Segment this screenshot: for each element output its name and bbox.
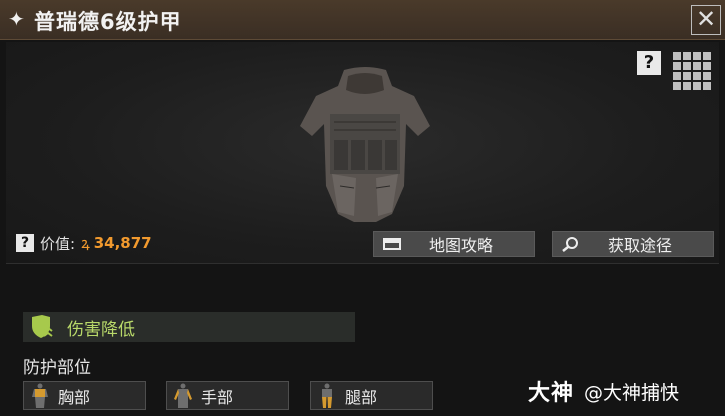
- get-source-label: 获取途径: [607, 236, 672, 255]
- value-label: 价值:: [40, 234, 76, 253]
- map-guide-button[interactable]: 地图攻略: [373, 231, 535, 257]
- damage-reduction-label: 伤害降低: [67, 319, 135, 340]
- body-part-arms: 手部: [166, 381, 289, 410]
- close-button[interactable]: ✕: [691, 5, 721, 35]
- value-row: ? 价值: ꝝ 34,877: [16, 233, 152, 253]
- legs-body-icon: [322, 383, 332, 408]
- value-help-icon[interactable]: ?: [16, 234, 34, 252]
- currency-icon: ꝝ: [81, 234, 90, 252]
- search-icon: [562, 237, 578, 252]
- map-icon: [383, 238, 401, 250]
- shield-icon: [32, 315, 53, 338]
- body-part-label: 胸部: [58, 387, 91, 407]
- map-guide-label: 地图攻略: [428, 236, 493, 255]
- body-part-label: 腿部: [345, 387, 378, 407]
- watermark-handle: @大神捕快: [584, 381, 680, 404]
- get-source-button[interactable]: 获取途径: [552, 231, 714, 257]
- damage-reduction-effect: 伤害降低: [23, 312, 355, 342]
- body-part-label: 手部: [201, 387, 234, 407]
- chest-body-icon: [32, 383, 48, 408]
- item-title: 普瑞德6级护甲: [34, 10, 182, 34]
- sparkle-icon: ✦: [8, 7, 25, 31]
- watermark-brand: 大神: [528, 381, 575, 406]
- body-part-chest: 胸部: [23, 381, 146, 410]
- arms-body-icon: [174, 383, 192, 408]
- value-amount: 34,877: [93, 234, 152, 252]
- body-part-legs: 腿部: [310, 381, 433, 410]
- protection-area-title: 防护部位: [23, 358, 91, 378]
- grid-size-icon[interactable]: [672, 51, 712, 91]
- watermark: 大神 @大神捕快: [528, 374, 679, 408]
- title-bar: ✦ 普瑞德6级护甲 ✕: [0, 0, 725, 40]
- help-button[interactable]: ?: [637, 51, 661, 75]
- armor-vest-image: [300, 67, 430, 222]
